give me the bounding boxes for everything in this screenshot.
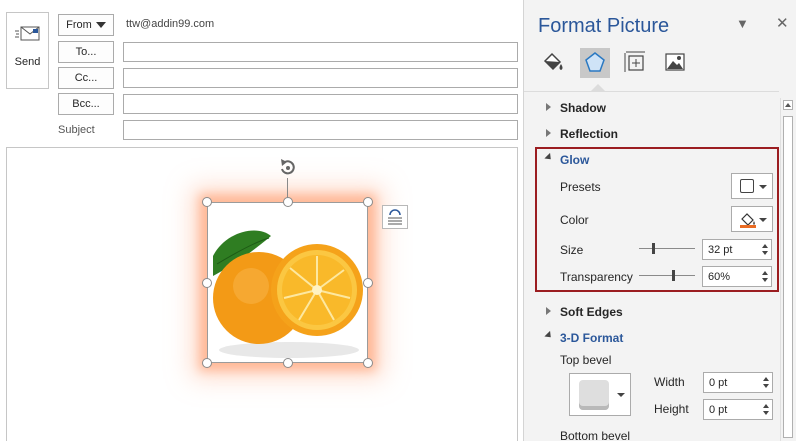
tab-picture[interactable] [660,48,690,78]
resize-handle-w[interactable] [202,278,212,288]
section-shadow[interactable]: Shadow [560,101,606,115]
bottom-bevel-label: Bottom bevel [560,429,631,441]
bcc-label: Bcc... [72,98,100,110]
pane-title: Format Picture [538,15,670,37]
pane-options-icon[interactable]: ▼ [736,16,749,31]
send-icon [14,13,41,48]
section-glow[interactable]: Glow [560,153,589,167]
resize-handle-e[interactable] [363,278,373,288]
orange-picture[interactable] [207,202,368,363]
resize-handle-nw[interactable] [202,197,212,207]
chevron-down-icon [759,218,767,222]
size-label: Size [560,243,584,257]
resize-handle-se[interactable] [363,358,373,368]
chevron-down-icon [95,22,106,28]
spin-up-icon[interactable] [762,244,768,248]
close-icon[interactable]: ✕ [776,14,789,32]
paint-bucket-icon [739,210,757,231]
spin-down-icon[interactable] [763,411,769,415]
color-label: Color [560,213,589,227]
bcc-button[interactable]: Bcc... [58,93,114,115]
size-value: 32 pt [708,244,733,256]
size-properties-icon [623,50,647,77]
width-spinner[interactable]: 0 pt [703,372,773,393]
format-picture-pane: Format Picture ▼ ✕ Shadow Reflection Glo… [523,0,796,441]
resize-handle-s[interactable] [283,358,293,368]
subject-label: Subject [58,124,95,136]
effects-icon [583,50,607,77]
transparency-label: Transparency [560,270,633,284]
width-label: Width [654,375,685,389]
fill-line-icon [541,50,565,77]
expanded-arrow-icon [544,330,554,341]
scroll-thumb[interactable] [783,116,793,438]
tab-effects[interactable] [580,48,610,78]
height-value: 0 pt [709,404,728,416]
spin-down-icon[interactable] [763,384,769,388]
resize-handle-n[interactable] [283,197,293,207]
size-spinner[interactable]: 32 pt [702,239,772,260]
to-button[interactable]: To... [58,41,114,63]
tab-fill-line[interactable] [538,48,568,78]
top-bevel-dropdown[interactable] [569,373,631,416]
cc-label: Cc... [74,72,98,84]
from-address: ttw@addin99.com [126,18,215,30]
transparency-slider-track[interactable] [639,275,695,276]
cc-field[interactable] [123,68,518,88]
preset-swatch-icon [740,179,754,193]
chevron-down-icon [759,185,767,189]
send-button[interactable]: Send [6,12,49,89]
size-slider-thumb[interactable] [652,243,655,254]
size-slider-track[interactable] [639,248,695,249]
to-label: To... [75,46,97,58]
spin-down-icon[interactable] [762,251,768,255]
bcc-field[interactable] [123,94,518,114]
scroll-up-icon[interactable] [783,100,793,110]
from-button[interactable]: From [58,14,114,36]
from-label: From [66,19,92,31]
bevel-preview-icon [579,380,609,410]
height-spinner[interactable]: 0 pt [703,399,773,420]
resize-handle-sw[interactable] [202,358,212,368]
collapsed-arrow-icon [546,129,551,137]
tab-size-properties[interactable] [620,48,650,78]
collapsed-arrow-icon [546,103,551,111]
color-dropdown[interactable] [731,206,773,232]
tab-divider [524,91,779,92]
section-soft-edges[interactable]: Soft Edges [560,305,623,319]
picture-icon [663,50,687,77]
collapsed-arrow-icon [546,307,551,315]
spin-up-icon[interactable] [763,404,769,408]
height-label: Height [654,402,689,416]
rotate-icon[interactable] [277,156,299,181]
chevron-down-icon [617,393,625,397]
spin-up-icon[interactable] [763,377,769,381]
spin-up-icon[interactable] [762,271,768,275]
resize-handle-ne[interactable] [363,197,373,207]
to-field[interactable] [123,42,518,62]
section-reflection[interactable]: Reflection [560,127,618,141]
transparency-slider-thumb[interactable] [671,270,675,281]
presets-dropdown[interactable] [731,173,773,199]
presets-label: Presets [560,180,601,194]
layout-options-button[interactable] [382,205,408,229]
layout-options-icon [383,209,407,231]
section-3d-format[interactable]: 3-D Format [560,331,623,345]
spin-down-icon[interactable] [762,278,768,282]
width-value: 0 pt [709,377,728,389]
send-label: Send [14,56,41,68]
tab-pointer [591,84,605,91]
transparency-spinner[interactable]: 60% [702,266,772,287]
pane-scrollbar[interactable] [780,98,795,441]
top-bevel-label: Top bevel [560,353,612,367]
transparency-value: 60% [708,271,731,283]
subject-field[interactable] [123,120,518,140]
cc-button[interactable]: Cc... [58,67,114,89]
